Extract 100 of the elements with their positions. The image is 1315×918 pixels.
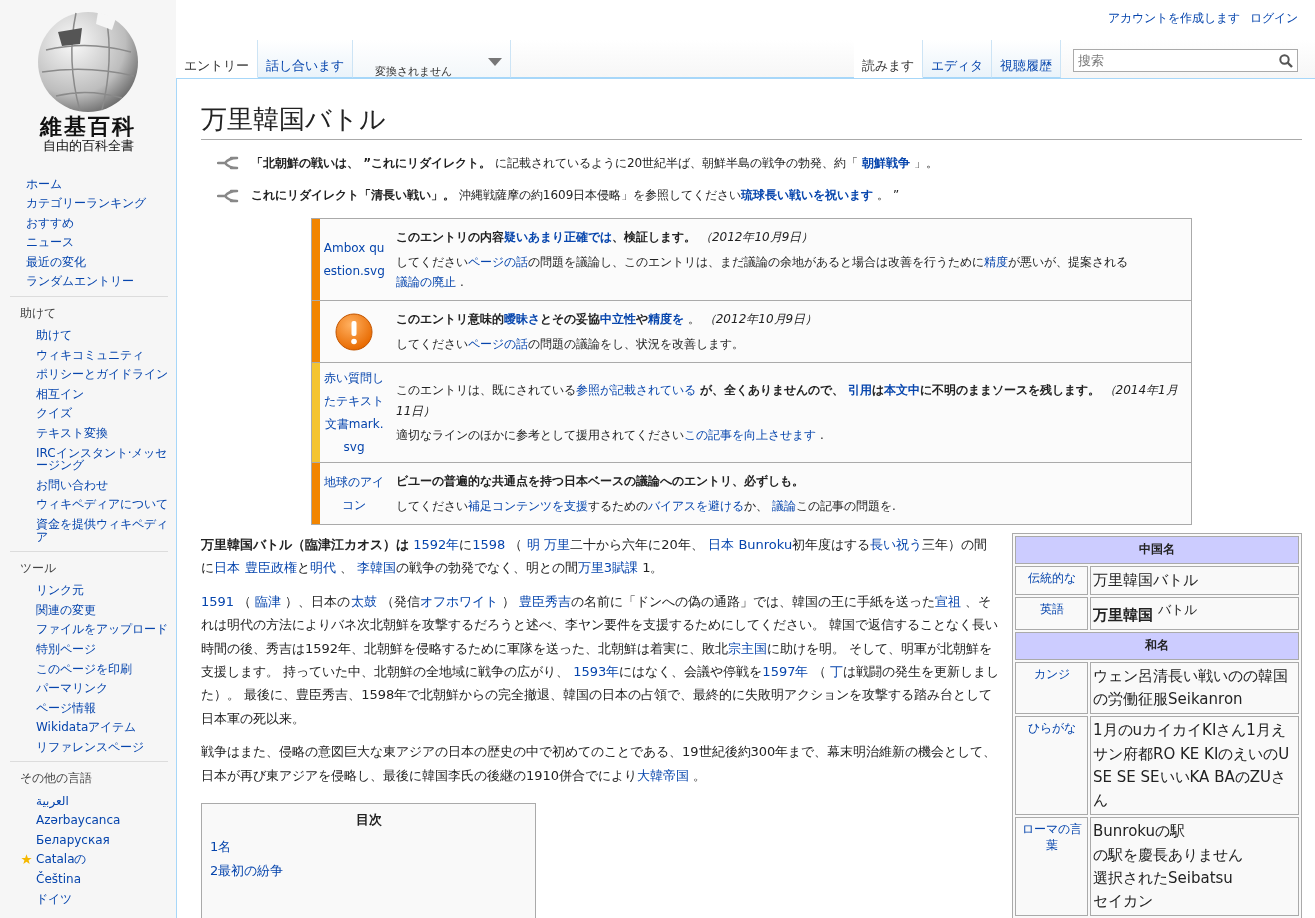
search-field[interactable]: 搜索: [1073, 49, 1298, 72]
text-link[interactable]: ページの話: [468, 336, 529, 351]
sidebar-link[interactable]: リファレンスページ: [36, 740, 144, 754]
sidebar-link[interactable]: 関連の変更: [36, 603, 96, 617]
text-link[interactable]: 明代: [309, 560, 336, 576]
text-link[interactable]: 精度を: [648, 312, 685, 327]
text-link[interactable]: 宗主国: [728, 640, 768, 656]
infobox-label[interactable]: ひらがな: [1015, 716, 1088, 816]
text-link[interactable]: 1591: [201, 593, 235, 609]
sidebar-link[interactable]: 助けて: [36, 329, 72, 342]
sidebar-link[interactable]: Беларуская: [36, 833, 110, 847]
text-link[interactable]: 1593年: [573, 664, 620, 680]
account-link[interactable]: ログイン: [1250, 10, 1298, 27]
sidebar-link[interactable]: Wikidataアイテム: [36, 721, 137, 734]
text-link[interactable]: 精度: [984, 254, 1009, 269]
text-link[interactable]: 琉球長い戦いを祝います: [741, 188, 874, 202]
text-link[interactable]: 参照が記載されている: [576, 383, 697, 398]
image-alt-text[interactable]: Ambox question.svg: [323, 236, 386, 283]
sidebar-link[interactable]: お問い合わせ: [36, 478, 108, 492]
text-link[interactable]: 日本: [214, 560, 240, 576]
sidebar-link[interactable]: ページ情報: [36, 701, 96, 715]
text-link[interactable]: 臨津: [255, 593, 282, 609]
tab[interactable]: 読みます: [854, 40, 923, 78]
sidebar-link[interactable]: ファイルをアップロード: [36, 623, 168, 636]
tab[interactable]: エディタ: [923, 40, 992, 78]
text-link[interactable]: 丁: [829, 664, 843, 680]
text-link[interactable]: 補足コンテンツを支援: [468, 498, 589, 513]
sidebar-link[interactable]: クイズ: [36, 407, 72, 421]
infobox-value: Bunrokuの駅: [1093, 821, 1187, 843]
sidebar-link[interactable]: Čeština: [36, 872, 81, 886]
text-link[interactable]: 明: [526, 537, 540, 553]
infobox-label[interactable]: 伝統的な: [1015, 565, 1088, 595]
text-link[interactable]: 議論: [771, 498, 796, 513]
sidebar-link[interactable]: おすすめ: [26, 216, 74, 230]
text-link[interactable]: 長い祝う: [870, 537, 923, 553]
sidebar-link[interactable]: 資金を提供ウィキペディア: [36, 518, 168, 544]
text-link[interactable]: 1592年: [413, 537, 460, 553]
sidebar-link[interactable]: ドイツ: [36, 892, 72, 906]
sidebar-link[interactable]: IRCインスタント·メッセージング: [36, 446, 168, 472]
text-link[interactable]: 1597年: [762, 664, 809, 680]
account-link[interactable]: アカウントを作成します: [1108, 10, 1240, 27]
infobox-label[interactable]: 英語: [1015, 596, 1088, 631]
sidebar-link[interactable]: テキスト変換: [36, 427, 108, 440]
hatnote-text: 「北朝鮮の戦いは、 ”これにリダイレクト。 に記載されているように20世紀半ば、朝鮮半島の戦争の勃発、約「 朝鮮戦争 」。: [251, 154, 938, 172]
notice-text: してくださいページの話の問題を議論し、このエントリは、まだ議論の余地があると場合は改善を行うために精度が悪いが、提案される 議論の廃止 .: [396, 253, 1130, 291]
text-link[interactable]: 議論の廃止: [396, 274, 457, 289]
text-link[interactable]: 疑いあまり正確では: [504, 230, 613, 245]
text-link[interactable]: 引用: [847, 383, 872, 398]
globe-logo-icon: [36, 10, 140, 115]
text-link[interactable]: 宣祖: [934, 593, 961, 609]
sidebar-link[interactable]: العربية: [36, 794, 69, 808]
image-alt-text[interactable]: 地球のアイコン: [323, 470, 386, 517]
search-icon[interactable]: [1279, 54, 1293, 68]
text-link[interactable]: 万里3賦課: [577, 560, 639, 576]
sidebar-link[interactable]: 特別ページ: [36, 642, 96, 656]
sidebar-link[interactable]: このページを印刷: [36, 662, 132, 676]
sidebar-link[interactable]: 最近の変化: [26, 255, 86, 269]
tab[interactable]: 話し合います: [258, 40, 353, 78]
sidebar-link[interactable]: 相互イン: [36, 387, 84, 401]
contents-link[interactable]: 2最初の紛争: [210, 858, 284, 883]
sidebar-link[interactable]: ランダムエントリー: [26, 275, 134, 289]
text-link[interactable]: バイアスを避ける: [648, 498, 745, 513]
text-link[interactable]: 豊臣政権: [244, 560, 297, 576]
text-link[interactable]: オフホワイト: [419, 593, 498, 609]
sidebar-link[interactable]: リンク元: [36, 584, 84, 597]
sidebar-link[interactable]: ニュース: [26, 236, 74, 249]
infobox-value: の駅を慶長ありません: [1093, 844, 1244, 866]
hatnote-text: これにリダイレクト「清長い戦い」。 沖縄戦薩摩の約1609日本侵略」を参照してください琉球長い戦いを祝います 。 ”: [251, 187, 900, 204]
sidebar-link[interactable]: Azərbaycanca: [36, 814, 121, 827]
tab[interactable]: エントリー: [176, 40, 258, 78]
text-link[interactable]: 曖昧さ: [504, 312, 541, 327]
text-link[interactable]: 本文中: [883, 383, 920, 398]
text-link[interactable]: 太鼓: [350, 593, 377, 609]
variants-dropdown[interactable]: 変換されません: [353, 40, 511, 78]
text-link[interactable]: ページの話: [468, 254, 529, 269]
infobox-value: 1月のuカイカイKIさん1月えサン府都RO KE KIのえいのU SE SE SEいいKA BAのZUさん: [1093, 720, 1291, 812]
contents-link[interactable]: 1名: [210, 834, 232, 859]
text-link[interactable]: 1598: [472, 537, 506, 553]
sidebar-link[interactable]: ウィキコミュニティ: [36, 348, 144, 362]
infobox-label[interactable]: カンジ: [1015, 661, 1088, 715]
text-link[interactable]: この記事を向上させます: [684, 427, 817, 442]
infobox-label[interactable]: ローマの言葉: [1015, 817, 1088, 917]
sidebar-link[interactable]: ウィキペディアについて: [36, 498, 168, 511]
text-link[interactable]: 李韓国: [356, 560, 396, 576]
text-link[interactable]: 豊臣秀吉: [518, 593, 571, 609]
sidebar-link[interactable]: パーマリンク: [36, 682, 108, 695]
sidebar-link[interactable]: カテゴリーランキング: [26, 197, 146, 210]
sidebar-link[interactable]: ホーム: [26, 177, 62, 191]
text-link[interactable]: Bunroku: [738, 537, 793, 553]
image-alt-text[interactable]: 赤い質問したテキスト文書mark.svg: [323, 367, 386, 459]
text-link[interactable]: 万里: [544, 537, 571, 553]
text-link[interactable]: 大韓帝国: [637, 767, 690, 783]
text-link[interactable]: 日本: [707, 537, 734, 553]
page-title: 万里韓国バトル: [201, 103, 1302, 140]
tab[interactable]: 視聴履歴: [992, 40, 1061, 78]
text-link[interactable]: 朝鮮戦争: [862, 155, 910, 170]
sidebar-link[interactable]: Catalaの: [36, 853, 87, 866]
text-link[interactable]: 中立性: [600, 312, 637, 327]
sidebar-link[interactable]: ポリシーとガイドライン: [36, 368, 168, 381]
notice-text: このエントリ意味的曖昧さ とその妥協中立性や精度を 。 （2012年10月9日）: [396, 311, 819, 329]
